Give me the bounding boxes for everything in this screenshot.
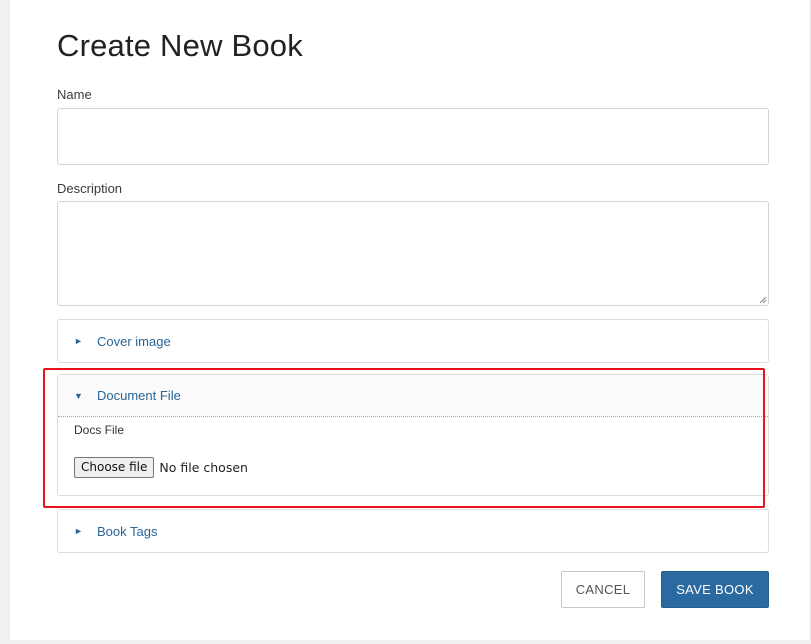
triangle-right-icon: ► — [74, 336, 83, 346]
cover-image-label: Cover image — [97, 333, 171, 349]
cancel-button[interactable]: CANCEL — [561, 571, 645, 608]
docs-file-label: Docs File — [74, 423, 125, 437]
name-label: Name — [57, 87, 92, 102]
page-title: Create New Book — [57, 28, 303, 63]
document-file-label: Document File — [97, 388, 181, 403]
form-card: Create New Book Name Description ► Cover… — [10, 0, 811, 640]
book-tags-section: ► Book Tags — [57, 509, 769, 553]
document-file-body: Docs File Choose file No file chosen — [58, 417, 768, 495]
file-input: Choose file No file chosen — [74, 457, 248, 478]
cover-image-toggle[interactable]: ► Cover image — [58, 320, 768, 362]
resize-grip-icon[interactable] — [759, 296, 767, 304]
description-textarea[interactable] — [57, 201, 769, 306]
triangle-right-icon: ► — [74, 526, 83, 536]
book-tags-toggle[interactable]: ► Book Tags — [58, 510, 768, 552]
save-book-button[interactable]: SAVE BOOK — [661, 571, 769, 608]
document-file-section: ▼ Document File Docs File Choose file No… — [57, 374, 769, 496]
book-tags-label: Book Tags — [97, 523, 158, 539]
triangle-down-icon: ▼ — [74, 390, 83, 401]
document-file-toggle[interactable]: ▼ Document File — [58, 375, 768, 417]
cover-image-section: ► Cover image — [57, 319, 769, 363]
choose-file-button[interactable]: Choose file — [74, 457, 155, 478]
name-input[interactable] — [57, 108, 769, 165]
file-status-text: No file chosen — [159, 460, 248, 475]
description-label: Description — [57, 181, 123, 196]
